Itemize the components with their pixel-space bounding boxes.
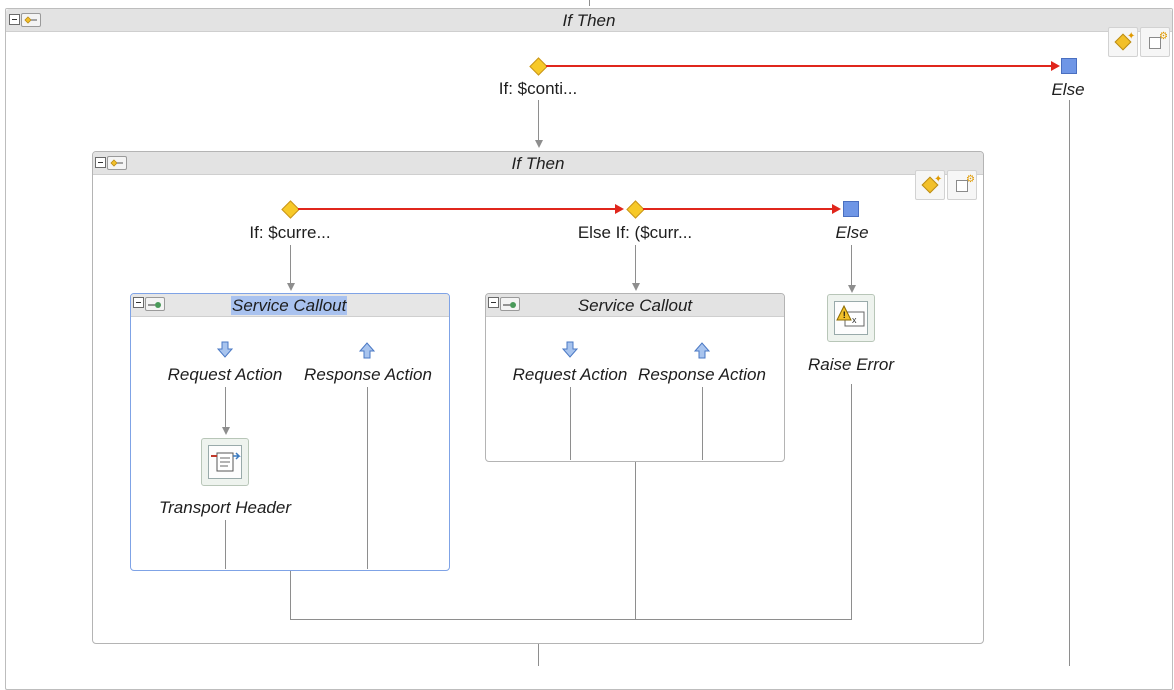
- right-response-label[interactable]: Response Action: [632, 365, 772, 385]
- left-request-connector: [225, 387, 226, 427]
- raise-error-label[interactable]: Raise Error: [795, 355, 907, 375]
- collapse-icon[interactable]: [133, 297, 144, 308]
- merge-line-left: [290, 570, 291, 619]
- transport-connector: [225, 520, 226, 569]
- outer-else-connector: [1069, 100, 1070, 666]
- left-request-arrow: [222, 427, 230, 435]
- add-condition-button[interactable]: ✦: [915, 170, 945, 200]
- left-response-label[interactable]: Response Action: [298, 365, 438, 385]
- route-arrow: [832, 204, 841, 214]
- raise-error-icon[interactable]: x !: [827, 294, 875, 342]
- route-arrow: [1051, 61, 1060, 71]
- inner-else-arrow: [848, 285, 856, 293]
- inner-else-label[interactable]: Else: [822, 223, 882, 243]
- left-request-label[interactable]: Request Action: [160, 365, 290, 385]
- right-request-connector: [570, 387, 571, 460]
- service-callout-left-header[interactable]: Service Callout: [131, 294, 449, 317]
- inner-if-then-title: If Then: [511, 154, 565, 173]
- inner-if-then-header[interactable]: If Then: [93, 152, 983, 175]
- outer-else-label[interactable]: Else: [1038, 80, 1098, 100]
- route-arrow: [615, 204, 624, 214]
- transport-header-icon[interactable]: [201, 438, 249, 486]
- bottom-connector: [538, 643, 539, 666]
- top-connector: [589, 0, 590, 6]
- inner-elseif-arrow: [632, 283, 640, 291]
- add-action-button[interactable]: ⚙: [1140, 27, 1170, 57]
- route-line: [298, 208, 616, 210]
- service-callout-right-header[interactable]: Service Callout: [486, 294, 784, 317]
- else-square-icon[interactable]: [1061, 58, 1077, 74]
- service-callout-node-icon: [145, 297, 165, 311]
- inner-if-connector: [290, 245, 291, 283]
- else-square-icon[interactable]: [843, 201, 859, 217]
- request-arrow-icon: [561, 341, 579, 364]
- request-arrow-icon: [216, 341, 234, 364]
- outer-if-then-header[interactable]: If Then: [6, 9, 1172, 32]
- left-response-connector: [367, 387, 368, 569]
- merge-line-mid: [635, 461, 636, 619]
- outer-if-connector: [538, 100, 539, 140]
- svg-text:x: x: [852, 315, 857, 325]
- service-callout-right-title: Service Callout: [577, 296, 693, 315]
- outer-if-then-title: If Then: [562, 11, 616, 30]
- add-condition-button[interactable]: ✦: [1108, 27, 1138, 57]
- inner-if-label[interactable]: If: $curre...: [230, 223, 350, 243]
- right-request-label[interactable]: Request Action: [505, 365, 635, 385]
- route-line: [643, 208, 833, 210]
- outer-if-arrow: [535, 140, 543, 148]
- response-arrow-icon: [693, 341, 711, 364]
- inner-elseif-label[interactable]: Else If: ($curr...: [560, 223, 710, 243]
- add-action-button[interactable]: ⚙: [947, 170, 977, 200]
- right-response-connector: [702, 387, 703, 460]
- service-callout-left[interactable]: Service Callout: [130, 293, 450, 571]
- svg-text:!: !: [843, 310, 846, 320]
- inner-else-connector: [851, 245, 852, 285]
- outer-if-label[interactable]: If: $conti...: [478, 79, 598, 99]
- inner-if-arrow: [287, 283, 295, 291]
- merge-line-horizontal: [290, 619, 852, 620]
- transport-header-label[interactable]: Transport Header: [150, 498, 300, 518]
- route-line: [546, 65, 1054, 67]
- merge-line-right: [851, 384, 852, 619]
- service-callout-left-title: Service Callout: [231, 296, 348, 315]
- response-arrow-icon: [358, 341, 376, 364]
- inner-elseif-connector: [635, 245, 636, 283]
